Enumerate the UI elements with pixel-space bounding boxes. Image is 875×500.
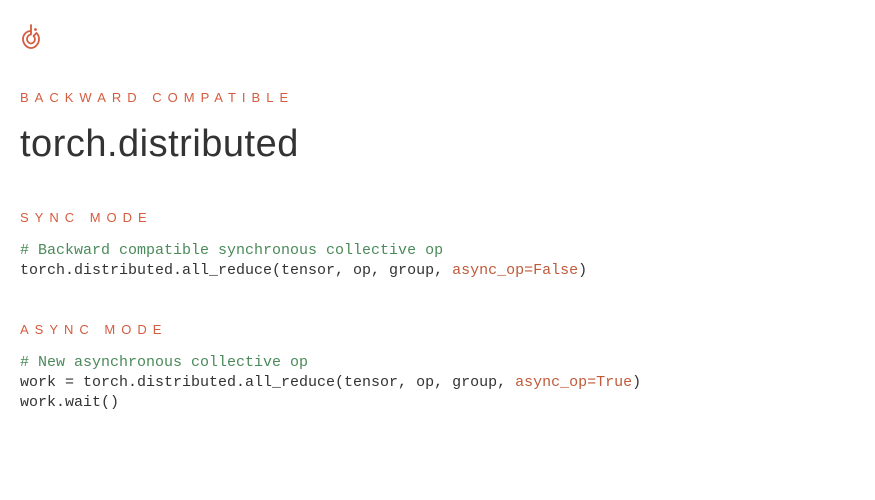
async-code-block: # New asynchronous collective op work = … (20, 353, 855, 414)
sync-kw: async_op=False (452, 262, 578, 279)
sync-line-suffix: ) (578, 262, 587, 279)
async-line1-suffix: ) (632, 374, 641, 391)
async-comment: # New asynchronous collective op (20, 354, 308, 371)
sync-comment: # Backward compatible synchronous collec… (20, 242, 443, 259)
async-line1-prefix: work = torch.distributed.all_reduce(tens… (20, 374, 515, 391)
pytorch-logo-icon (20, 24, 855, 50)
async-line1-kw: async_op=True (515, 374, 632, 391)
sync-line-prefix: torch.distributed.all_reduce(tensor, op,… (20, 262, 452, 279)
async-line2: work.wait() (20, 394, 119, 411)
eyebrow-label: BACKWARD COMPATIBLE (20, 90, 855, 105)
sync-mode-label: SYNC MODE (20, 210, 855, 225)
sync-code-block: # Backward compatible synchronous collec… (20, 241, 855, 282)
page-title: torch.distributed (20, 123, 855, 166)
async-mode-label: ASYNC MODE (20, 322, 855, 337)
